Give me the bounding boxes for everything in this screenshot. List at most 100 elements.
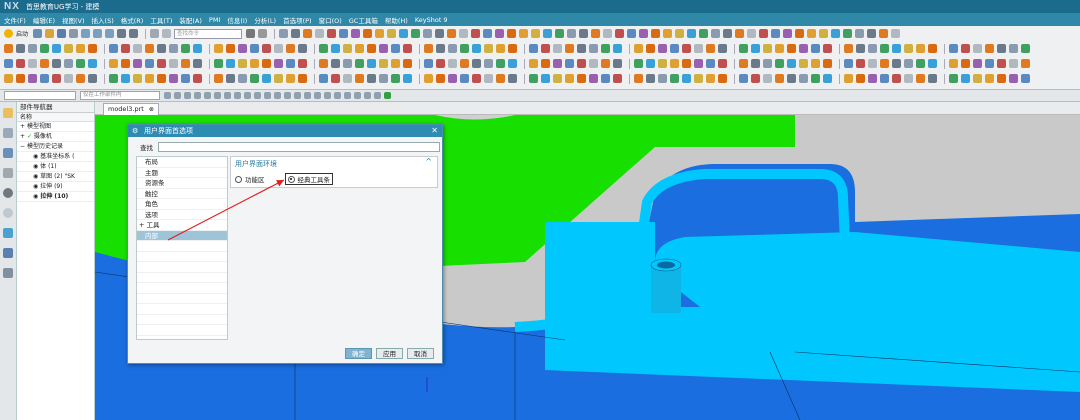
snap-icon[interactable] bbox=[374, 92, 381, 99]
toolbar-command-icon[interactable] bbox=[472, 44, 481, 53]
toolbar-command-icon[interactable] bbox=[181, 74, 190, 83]
menu-window[interactable]: 窗口(O) bbox=[319, 15, 342, 25]
toolbar-command-icon[interactable] bbox=[145, 59, 154, 68]
toolbar-command-icon[interactable] bbox=[916, 74, 925, 83]
toolbar-command-icon[interactable] bbox=[961, 59, 970, 68]
toolbar-command-icon[interactable] bbox=[214, 74, 223, 83]
toolbar-command-icon[interactable] bbox=[880, 59, 889, 68]
toolbar-command-icon[interactable] bbox=[145, 74, 154, 83]
dialog-title-bar[interactable]: ⚙ 用户界面首选项 ✕ bbox=[128, 125, 442, 137]
snap-icon[interactable] bbox=[234, 92, 241, 99]
toolbar-command-icon[interactable] bbox=[904, 74, 913, 83]
toolbar-command-icon[interactable] bbox=[675, 29, 685, 38]
toolbar-command-icon[interactable] bbox=[16, 59, 25, 68]
toolbar-command-icon[interactable] bbox=[997, 74, 1006, 83]
toolbar-command-icon[interactable] bbox=[327, 29, 337, 38]
toolbar-command-icon[interactable] bbox=[823, 59, 832, 68]
nav-item-model-history[interactable]: − 模型历史记录 bbox=[17, 142, 94, 152]
toolbar-command-icon[interactable] bbox=[694, 59, 703, 68]
snap-icon[interactable] bbox=[284, 92, 291, 99]
toolbar-command-icon[interactable] bbox=[891, 29, 901, 38]
toolbar-command-icon[interactable] bbox=[739, 74, 748, 83]
toolbar-command-icon[interactable] bbox=[331, 44, 340, 53]
search-icon[interactable] bbox=[246, 29, 256, 38]
toolbar-command-icon[interactable] bbox=[868, 44, 877, 53]
toolbar-command-icon[interactable] bbox=[262, 74, 271, 83]
toolbar-command-icon[interactable] bbox=[331, 59, 340, 68]
toolbar-command-icon[interactable] bbox=[553, 59, 562, 68]
category-tools[interactable]: + 工具 bbox=[137, 220, 227, 231]
toolbar-command-icon[interactable] bbox=[718, 44, 727, 53]
toolbar-command-icon[interactable] bbox=[424, 44, 433, 53]
snap-icon[interactable] bbox=[174, 92, 181, 99]
toolbar-command-icon[interactable] bbox=[331, 74, 340, 83]
nav-item-cameras[interactable]: + ✓ 摄像机 bbox=[17, 132, 94, 142]
toolbar-command-icon[interactable] bbox=[399, 29, 409, 38]
category-touch[interactable]: 触控 bbox=[137, 189, 227, 199]
toolbar-command-icon[interactable] bbox=[687, 29, 697, 38]
radio-ribbon-dot[interactable] bbox=[235, 175, 242, 183]
snap-icon[interactable] bbox=[344, 92, 351, 99]
toolbar-command-icon[interactable] bbox=[448, 74, 457, 83]
toolbar-command-icon[interactable] bbox=[460, 74, 469, 83]
toolbar-command-icon[interactable] bbox=[448, 59, 457, 68]
toolbar-command-icon[interactable] bbox=[157, 59, 166, 68]
toolbar-command-icon[interactable] bbox=[892, 44, 901, 53]
snap-icon[interactable] bbox=[254, 92, 261, 99]
toolbar-command-icon[interactable] bbox=[555, 29, 565, 38]
toolbar-command-icon[interactable] bbox=[658, 74, 667, 83]
menu-assembly[interactable]: 装配(A) bbox=[179, 15, 202, 25]
reuse-library-icon[interactable] bbox=[3, 188, 13, 198]
toolbar-command-icon[interactable] bbox=[193, 59, 202, 68]
toolbar-command-icon[interactable] bbox=[591, 29, 601, 38]
toolbar-command-icon[interactable] bbox=[298, 59, 307, 68]
toolbar-command-icon[interactable] bbox=[319, 44, 328, 53]
toolbar-command-icon[interactable] bbox=[496, 59, 505, 68]
toolbar-command-icon[interactable] bbox=[28, 44, 37, 53]
toolbar-command-icon[interactable] bbox=[193, 74, 202, 83]
toolbar-command-icon[interactable] bbox=[985, 59, 994, 68]
toolbar-command-icon[interactable] bbox=[16, 74, 25, 83]
history-icon[interactable] bbox=[3, 208, 13, 218]
toolbar-command-icon[interactable] bbox=[646, 74, 655, 83]
toolbar-command-icon[interactable] bbox=[319, 74, 328, 83]
toolbar-command-icon[interactable] bbox=[739, 44, 748, 53]
toolbar-command-icon[interactable] bbox=[403, 44, 412, 53]
nav-item-datum-csys[interactable]: ◉ 基准坐标系 ( bbox=[17, 152, 94, 162]
toolbar-command-icon[interactable] bbox=[76, 44, 85, 53]
save-icon[interactable] bbox=[57, 29, 67, 38]
assembly-navigator-icon[interactable] bbox=[3, 148, 13, 158]
toolbar-command-icon[interactable] bbox=[916, 59, 925, 68]
category-layout[interactable]: 布局 bbox=[137, 157, 227, 168]
toolbar-command-icon[interactable] bbox=[1009, 74, 1018, 83]
toolbar-command-icon[interactable] bbox=[589, 59, 598, 68]
toolbar-command-icon[interactable] bbox=[315, 29, 325, 38]
toolbar-command-icon[interactable] bbox=[739, 59, 748, 68]
toolbar-command-icon[interactable] bbox=[844, 59, 853, 68]
toolbar-command-icon[interactable] bbox=[961, 44, 970, 53]
constraint-navigator-icon[interactable] bbox=[3, 168, 13, 178]
toolbar-command-icon[interactable] bbox=[387, 29, 397, 38]
snap-icon[interactable] bbox=[204, 92, 211, 99]
toolbar-command-icon[interactable] bbox=[694, 44, 703, 53]
nav-item-model-views[interactable]: + 模型视图 bbox=[17, 122, 94, 132]
snap-icon[interactable] bbox=[164, 92, 171, 99]
toolbar-command-icon[interactable] bbox=[274, 74, 283, 83]
snap-icon[interactable] bbox=[384, 92, 391, 99]
category-resource-bar[interactable]: 资源条 bbox=[137, 178, 227, 189]
undo-icon[interactable] bbox=[117, 29, 127, 38]
toolbar-command-icon[interactable] bbox=[627, 29, 637, 38]
toolbar-command-icon[interactable] bbox=[892, 59, 901, 68]
new-file-icon[interactable] bbox=[33, 29, 43, 38]
toolbar-command-icon[interactable] bbox=[279, 29, 289, 38]
toolbar-command-icon[interactable] bbox=[855, 29, 865, 38]
toolbar-command-icon[interactable] bbox=[214, 44, 223, 53]
toolbar-command-icon[interactable] bbox=[472, 59, 481, 68]
toolbar-command-icon[interactable] bbox=[88, 59, 97, 68]
section-header[interactable]: 用户界面环境 ^ bbox=[231, 157, 437, 171]
toolbar-command-icon[interactable] bbox=[775, 44, 784, 53]
open-file-icon[interactable] bbox=[45, 29, 55, 38]
toolbar-command-icon[interactable] bbox=[343, 74, 352, 83]
category-options[interactable]: 选项 bbox=[137, 210, 227, 220]
toolbar-command-icon[interactable] bbox=[157, 44, 166, 53]
